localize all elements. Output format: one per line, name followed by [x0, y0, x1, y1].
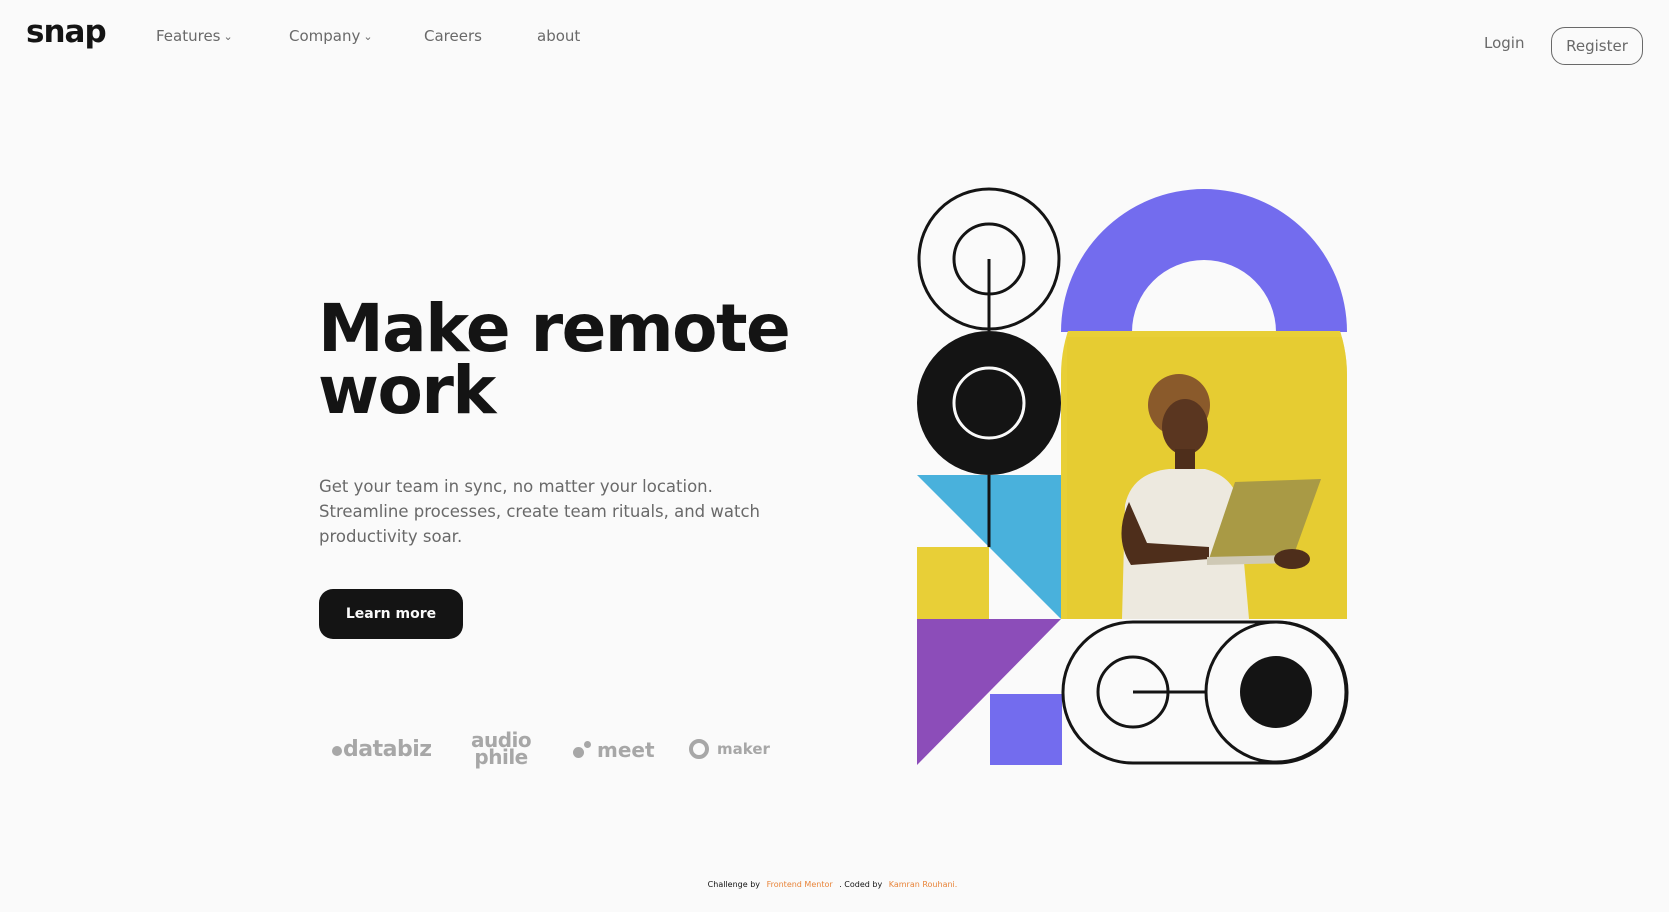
- databiz-wordmark: databiz: [343, 737, 432, 762]
- audiophile-logo: audio phile: [471, 730, 532, 769]
- landing-page: snap Features ⌄ Company ⌄ Careers about Lo…: [0, 0, 1669, 912]
- photo-arch: [1061, 331, 1347, 619]
- yellow-square: [917, 547, 989, 619]
- nav-item-careers[interactable]: Careers: [424, 27, 482, 45]
- hero-illustration: [917, 187, 1349, 765]
- nav-item-about[interactable]: about: [537, 27, 580, 45]
- nav-item-features[interactable]: Features ⌄: [156, 27, 233, 45]
- purple-square: [990, 694, 1062, 765]
- hero-title: Make remote work: [318, 296, 838, 424]
- footer-prefix: Challenge by: [707, 880, 761, 889]
- nav-item-company[interactable]: Company ⌄: [289, 27, 373, 45]
- pill-black-dot: [1240, 656, 1312, 728]
- snap-logo[interactable]: snap: [26, 14, 107, 50]
- maker-logo: maker: [689, 739, 770, 759]
- nav-item-label: Careers: [424, 27, 482, 45]
- register-button[interactable]: Register: [1551, 27, 1643, 65]
- audiophile-wordmark-bottom: phile: [474, 745, 528, 769]
- meet-wordmark: meet: [597, 738, 655, 762]
- frontend-mentor-link[interactable]: Frontend Mentor: [767, 880, 833, 889]
- learn-more-button[interactable]: Learn more: [319, 589, 463, 639]
- chevron-down-icon: ⌄: [223, 30, 233, 43]
- meet-logo: meet: [573, 738, 655, 762]
- maker-ring-icon: [689, 739, 709, 759]
- nav-item-label: Features: [156, 27, 221, 45]
- maker-wordmark: maker: [717, 740, 770, 758]
- author-link[interactable]: Kamran Rouhani.: [889, 880, 958, 889]
- chevron-down-icon: ⌄: [363, 30, 373, 43]
- purple-arch-shape: [1061, 189, 1347, 332]
- meet-dots-icon: [573, 741, 591, 759]
- hero-title-line-2: work: [318, 352, 496, 429]
- attribution-footer: Challenge by Frontend Mentor . Coded by …: [0, 880, 1669, 889]
- hero-description: Get your team in sync, no matter your lo…: [319, 477, 761, 546]
- nav-item-label: Company: [289, 27, 361, 45]
- nav-item-label: about: [537, 27, 581, 45]
- footer-middle: . Coded by: [839, 880, 883, 889]
- login-link[interactable]: Login: [1484, 34, 1524, 52]
- black-circle: [917, 331, 1061, 475]
- databiz-logo: databiz: [332, 737, 432, 762]
- dot-icon: [332, 746, 342, 756]
